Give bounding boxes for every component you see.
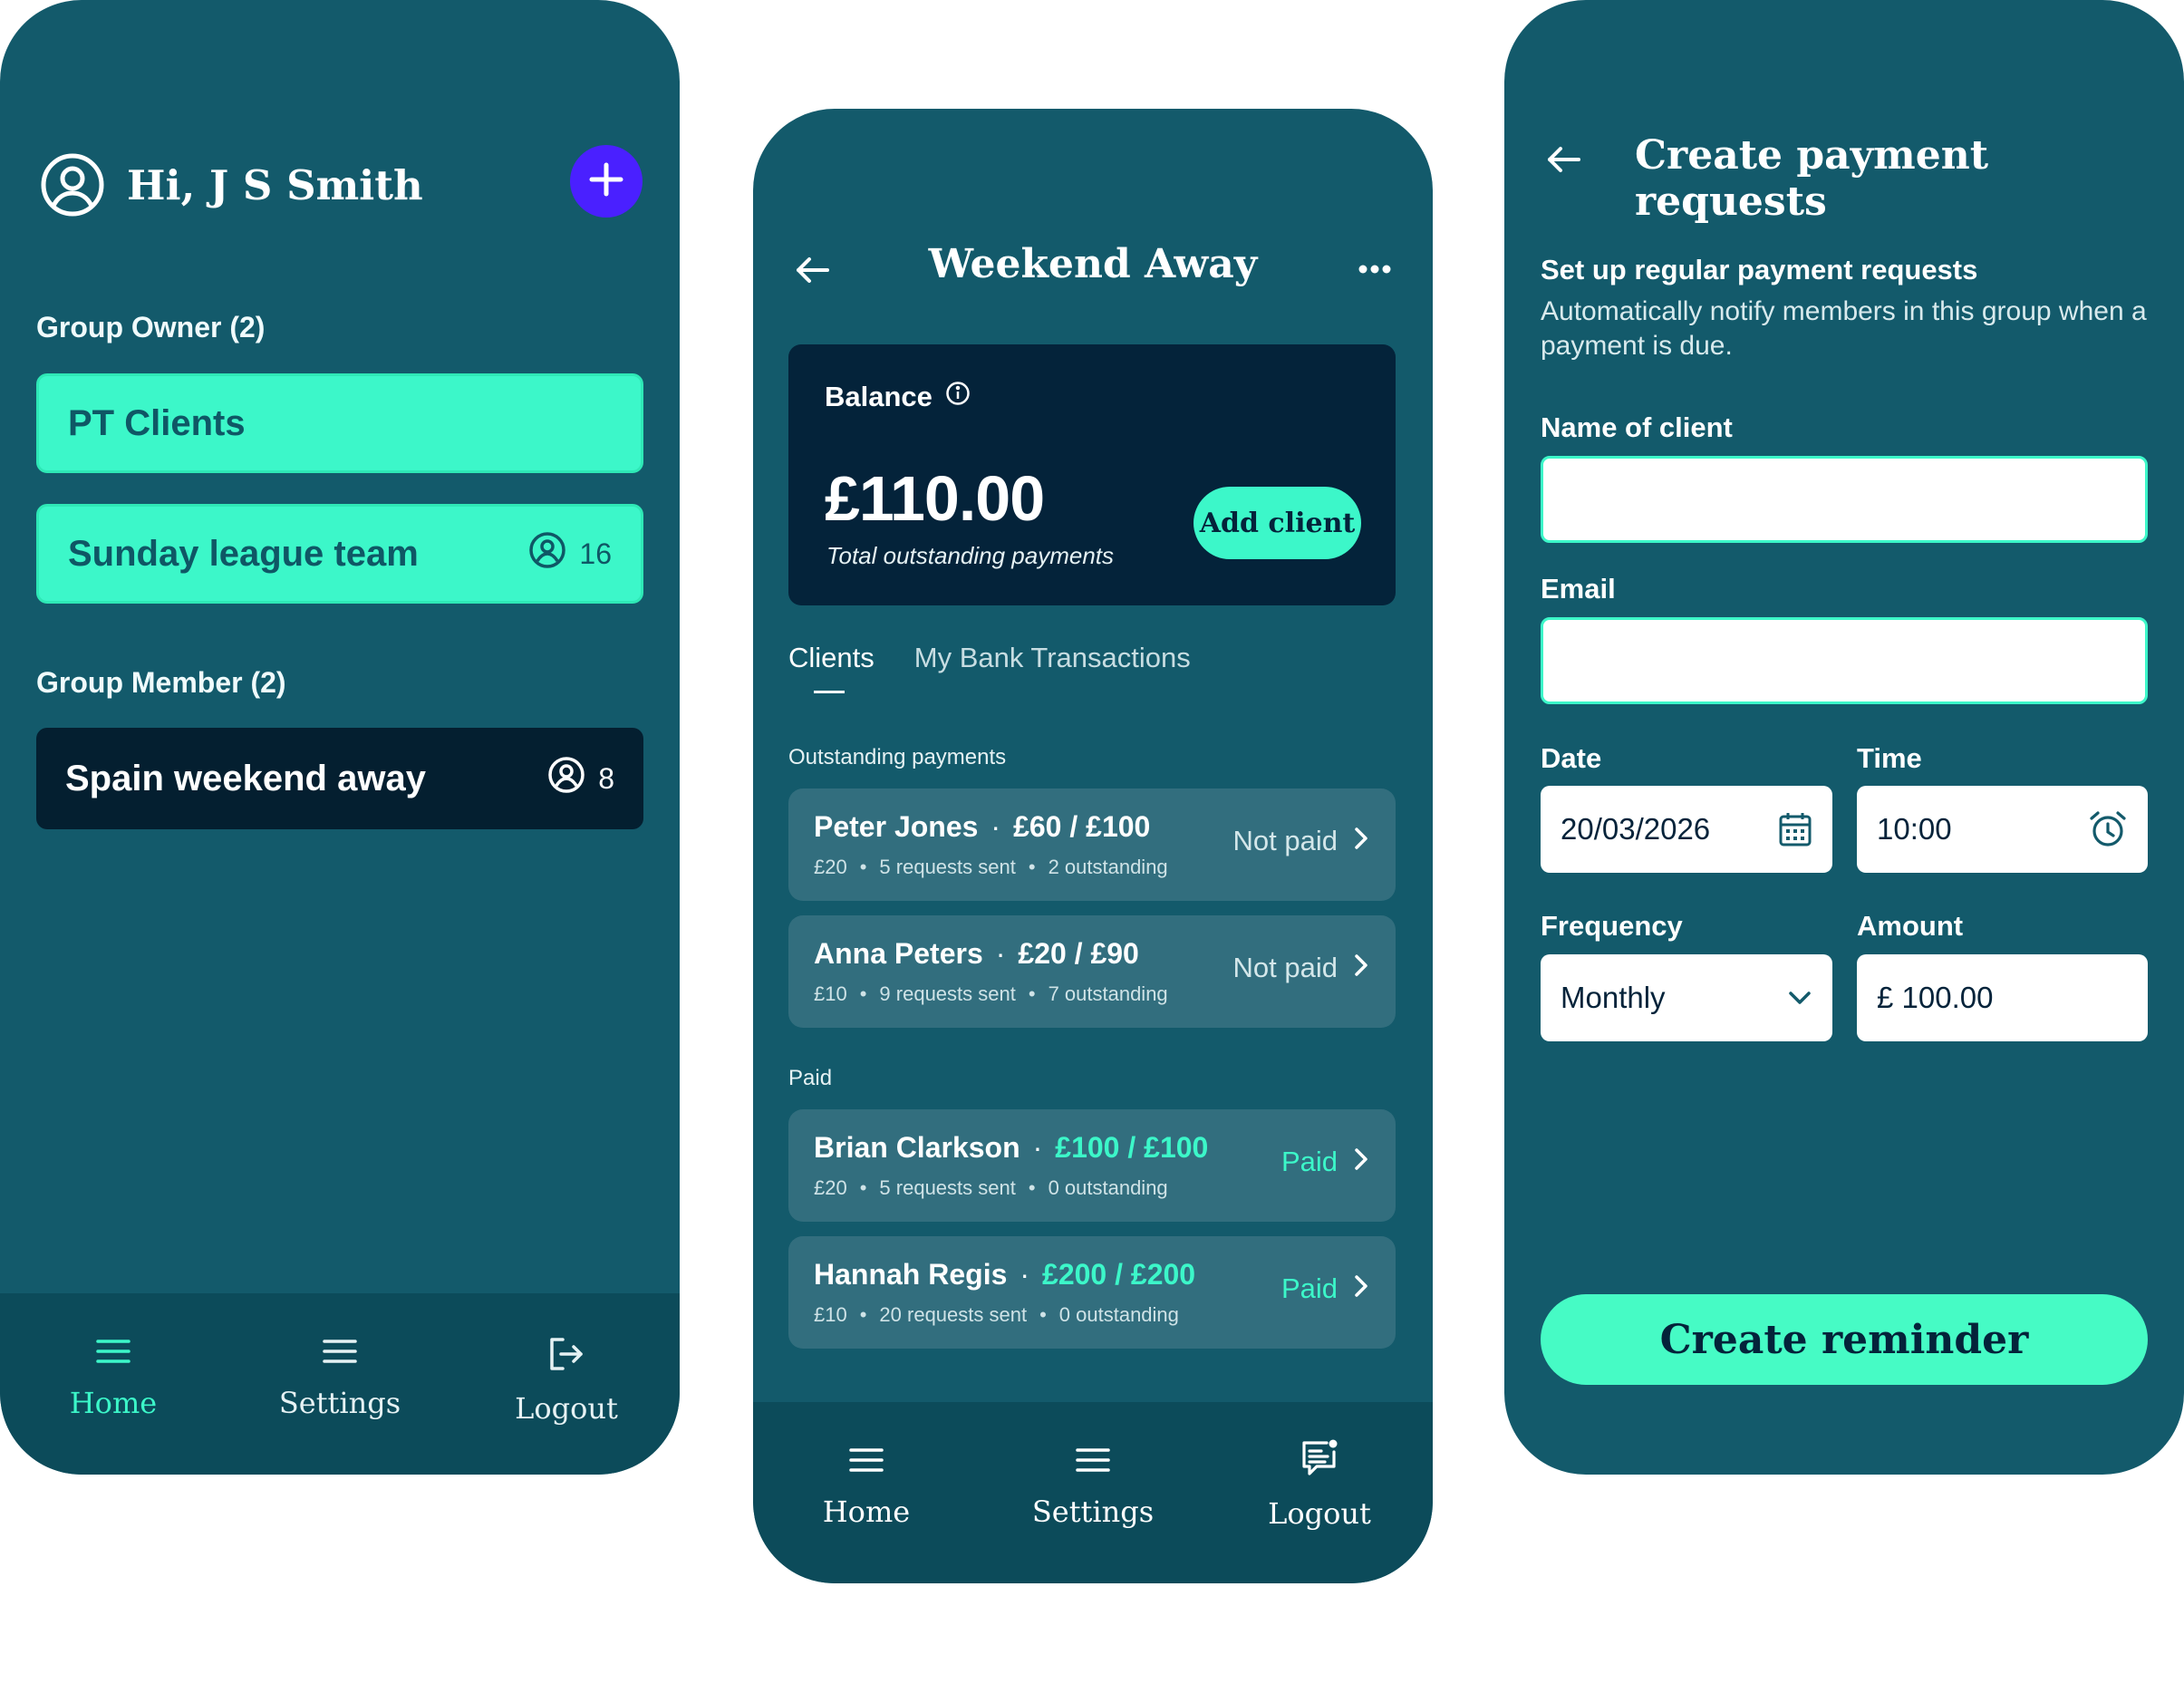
time-field[interactable]: 10:00 xyxy=(1857,786,2148,873)
calendar-icon[interactable] xyxy=(1778,811,1812,847)
members-icon xyxy=(528,531,566,576)
balance-label: Balance xyxy=(825,381,971,413)
chevron-right-icon xyxy=(1354,1272,1368,1305)
balance-subtitle: Total outstanding payments xyxy=(826,542,1115,569)
plus-icon xyxy=(588,161,624,202)
group-card-sunday-league[interactable]: Sunday league team 16 xyxy=(36,504,643,604)
logout-icon xyxy=(548,1337,585,1379)
user-avatar-icon[interactable] xyxy=(40,152,105,218)
amount-label: Amount xyxy=(1857,910,1964,942)
create-requests-screen: Create payment requests Set up regular p… xyxy=(1504,0,2184,1475)
page-title: Weekend Away xyxy=(928,241,1258,287)
status-badge: Paid xyxy=(1281,1272,1368,1305)
payment-row[interactable]: Brian Clarkson · £100 / £100 £20 • 5 request… xyxy=(788,1109,1396,1222)
group-name: PT Clients xyxy=(68,402,246,443)
group-card-spain-weekend[interactable]: Spain weekend away 8 xyxy=(36,728,643,829)
status-badge: Not paid xyxy=(1233,952,1368,984)
name-label: Name of client xyxy=(1541,411,1733,443)
nav-settings[interactable]: Settings xyxy=(227,1293,453,1475)
notification-message-icon xyxy=(1300,1438,1339,1484)
date-label: Date xyxy=(1541,742,1602,774)
email-field[interactable] xyxy=(1541,617,2148,704)
payment-amount: £60 / £100 xyxy=(1013,810,1151,843)
bottom-nav: Home Settings Logout xyxy=(753,1402,1433,1583)
status-badge: Not paid xyxy=(1233,825,1368,857)
status-badge: Paid xyxy=(1281,1146,1368,1178)
group-card-pt-clients[interactable]: PT Clients xyxy=(36,373,643,473)
more-options-icon[interactable] xyxy=(1358,263,1391,279)
nav-home[interactable]: Home xyxy=(0,1293,227,1475)
paid-label: Paid xyxy=(788,1066,833,1090)
payment-amount: £100 / £100 xyxy=(1055,1131,1209,1164)
member-count: 16 xyxy=(528,531,612,576)
group-name: Spain weekend away xyxy=(65,758,426,798)
home-screen: Hi, J S Smith Group Owner (2) PT Clients… xyxy=(0,0,680,1475)
info-icon[interactable] xyxy=(945,381,971,413)
amount-field[interactable]: £ 100.00 xyxy=(1857,954,2148,1041)
create-reminder-button[interactable]: Create reminder xyxy=(1541,1294,2148,1385)
menu-icon xyxy=(1075,1446,1111,1482)
client-name-field[interactable] xyxy=(1541,456,2148,543)
payment-amount: £20 / £90 xyxy=(1018,937,1139,970)
tab-bar: Clients My Bank Transactions xyxy=(788,642,1191,693)
menu-icon xyxy=(95,1337,131,1373)
member-count: 8 xyxy=(547,756,614,801)
alarm-clock-icon[interactable] xyxy=(2088,810,2128,848)
tab-bank-transactions[interactable]: My Bank Transactions xyxy=(914,642,1191,674)
outstanding-label: Outstanding payments xyxy=(788,745,1007,769)
chevron-right-icon xyxy=(1354,952,1368,984)
group-name: Sunday league team xyxy=(68,533,419,574)
page-title: Create payment requests xyxy=(1635,132,1989,225)
greeting: Hi, J S Smith xyxy=(127,161,423,209)
bottom-nav: Home Settings Logout xyxy=(0,1293,680,1475)
chevron-right-icon xyxy=(1354,825,1368,857)
balance-amount: £110.00 xyxy=(825,463,1045,534)
nav-settings[interactable]: Settings xyxy=(980,1402,1206,1583)
nav-logout[interactable]: Logout xyxy=(453,1293,680,1475)
back-arrow-icon[interactable] xyxy=(1546,145,1582,179)
group-member-label: Group Member (2) xyxy=(36,666,286,699)
balance-card: Balance £110.00 Total outstanding paymen… xyxy=(788,344,1396,605)
group-owner-label: Group Owner (2) xyxy=(36,311,266,343)
members-icon xyxy=(547,756,585,801)
time-label: Time xyxy=(1857,742,1922,774)
payment-row[interactable]: Peter Jones · £60 / £100 £20 • 5 requests se… xyxy=(788,788,1396,901)
payment-row[interactable]: Hannah Regis · £200 / £200 £10 • 20 requests… xyxy=(788,1236,1396,1349)
payment-amount: £200 / £200 xyxy=(1042,1258,1196,1291)
date-field[interactable]: 20/03/2026 xyxy=(1541,786,1832,873)
add-group-button[interactable] xyxy=(570,145,643,218)
nav-logout[interactable]: Logout xyxy=(1206,1402,1433,1583)
menu-icon xyxy=(848,1446,884,1482)
email-label: Email xyxy=(1541,573,1616,605)
add-client-button[interactable]: Add client xyxy=(1193,487,1361,559)
tab-clients[interactable]: Clients xyxy=(788,642,875,693)
payment-row[interactable]: Anna Peters · £20 / £90 £10 • 9 requests sen… xyxy=(788,915,1396,1028)
chevron-right-icon xyxy=(1354,1146,1368,1178)
frequency-select[interactable]: Monthly xyxy=(1541,954,1832,1041)
chevron-down-icon xyxy=(1787,990,1812,1006)
nav-home[interactable]: Home xyxy=(753,1402,980,1583)
menu-icon xyxy=(322,1337,358,1373)
section-heading: Set up regular payment requests xyxy=(1541,254,1978,285)
group-detail-screen: Weekend Away Balance £110.00 Total outst… xyxy=(753,109,1433,1583)
frequency-label: Frequency xyxy=(1541,910,1683,942)
section-description: Automatically notify members in this gro… xyxy=(1541,296,2147,361)
